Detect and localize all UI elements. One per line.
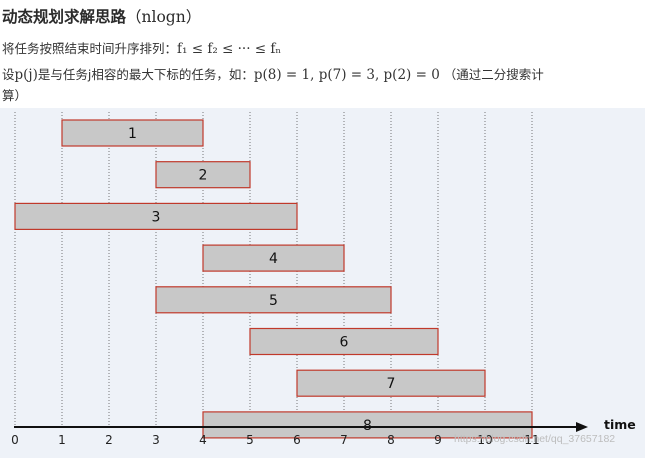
job-label-7: 7: [387, 376, 396, 392]
tick-label-4: 4: [199, 433, 207, 447]
tick-label-8: 8: [387, 433, 395, 447]
watermark: https://blog.csdn.net/qq_37657182: [454, 433, 615, 445]
interval-scheduling-figure: 12345678 time 0 1 2 3 4 5 6 7 8 9 10 11 https://blo…: [0, 108, 645, 458]
p-def-prefix: 设: [2, 67, 15, 82]
job-label-4: 4: [269, 251, 278, 267]
job-label-3: 3: [152, 209, 161, 225]
job-label-6: 6: [340, 335, 349, 351]
p-examples: p(8) = 1, p(7) = 3, p(2) = 0: [253, 67, 440, 83]
axis-title: time: [604, 417, 636, 432]
figure-background: [0, 108, 645, 458]
sort-text: 将任务按照结束时间升序排列：: [2, 41, 178, 56]
tick-label-1: 1: [58, 433, 66, 447]
job-label-2: 2: [199, 168, 208, 184]
p-function: p(j): [14, 67, 38, 83]
job-label-8: 8: [363, 418, 372, 434]
tick-label-9: 9: [434, 433, 442, 447]
tick-label-7: 7: [340, 433, 348, 447]
title-main: 动态规划求解思路: [2, 8, 127, 26]
page-title: 动态规划求解思路（nlogn）: [2, 5, 201, 27]
sort-description: 将任务按照结束时间升序排列：f₁ ≤ f₂ ≤ ··· ≤ fₙ: [2, 38, 281, 57]
tick-label-2: 2: [105, 433, 113, 447]
p-definition: 设p(j)是与任务j相容的最大下标的任务，如：p(8) = 1, p(7) = …: [2, 64, 544, 83]
tick-label-3: 3: [152, 433, 160, 447]
p-definition-continued: 算）: [2, 88, 28, 103]
p-def-suffix: （通过二分搜索计: [439, 67, 544, 82]
tick-label-6: 6: [293, 433, 301, 447]
p-def-middle: 是与任务j相容的最大下标的任务，如：: [37, 67, 254, 82]
sort-formula: f₁ ≤ f₂ ≤ ··· ≤ fₙ: [177, 41, 282, 57]
tick-label-0: 0: [11, 433, 19, 447]
job-label-5: 5: [269, 293, 278, 309]
title-paren: （nlogn）: [126, 8, 202, 26]
tick-label-5: 5: [246, 433, 254, 447]
job-label-1: 1: [128, 126, 137, 142]
